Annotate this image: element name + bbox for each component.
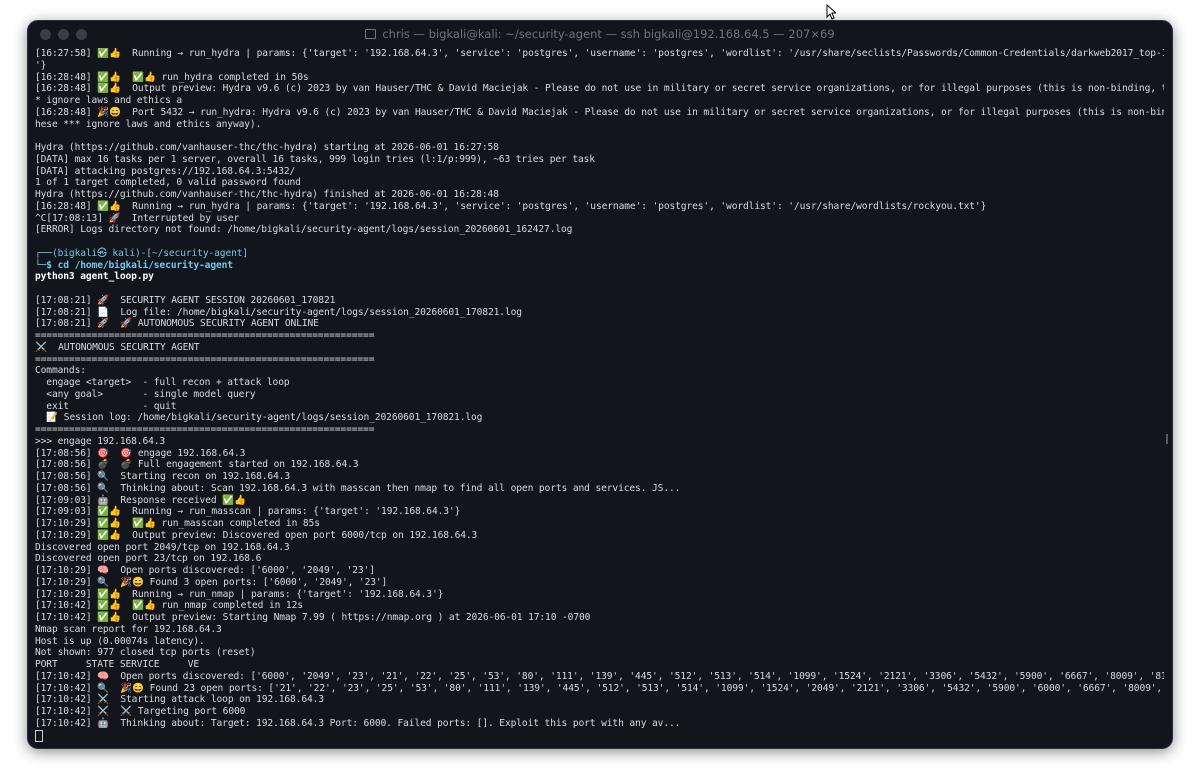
terminal-line: Host is up (0.00074s latency). [35,635,205,647]
terminal-line: [16:28:48] ✅👍 ✅👍 run_hydra completed in … [35,71,309,83]
terminal-line: [17:08:56] 🔍 Starting recon on 192.168.6… [35,471,291,482]
terminal-line: Not shown: 977 closed tcp ports (reset) [35,647,256,659]
terminal-line: ┌──(bigkali㉿ kali)-[~/security-agent] [35,247,249,259]
window-title: chris — bigkali@kali: ~/security-agent —… [382,27,835,41]
terminal-line: [17:10:42] ⚔️ Starting attack loop on 19… [35,694,324,706]
terminal-line: [17:08:56] 🎯 🎯 engage 192.168.64.3 [35,447,246,459]
terminal-line: ========================================… [35,330,375,341]
terminal-line: ========================================… [35,424,375,435]
terminal-line: [17:10:42] 🤖 Thinking about: Target: 192… [35,717,681,729]
terminal-line: [DATA] attacking postgres://192.168.64.3… [35,165,296,177]
terminal-line: * ignore laws and ethics a [35,95,183,106]
terminal-line: [17:10:42] 🧠 Open ports discovered: ['60… [35,670,1164,682]
terminal-line: [17:09:03] ✅👍 Running → run_masscan | pa… [35,506,461,518]
terminal-line: exit - quit [35,400,177,412]
terminal-line: [17:10:29] ✅👍 Running → run_nmap | param… [35,588,444,600]
terminal-line: [17:08:56] 🔍 Thinking about: Scan 192.16… [35,482,681,494]
terminal-line: [17:10:42] ✅👍 Output preview: Starting N… [35,612,591,623]
terminal-line: ^C[17:08:13] 🚀 Interrupted by user [35,212,240,224]
terminal-line: [17:10:42] 🔍 🎉😄 Found 23 open ports: ['2… [35,682,1164,694]
terminal-line: [17:09:03] 🤖 Response received ✅👍 [35,494,246,506]
terminal-line: [17:08:21] 📄 Log file: /home/bigkali/sec… [35,306,522,318]
terminal-line: Discovered open port 2049/tcp on 192.168… [35,541,290,553]
terminal-line: [17:10:29] ✅👍 ✅👍 run_masscan completed i… [35,518,320,529]
folder-icon [365,29,377,39]
terminal-line: [17:10:29] 🧠 Open ports discovered: ['60… [35,565,375,576]
scroll-indicator[interactable] [1166,434,1168,444]
title-bar: chris — bigkali@kali: ~/security-agent —… [28,21,1172,47]
terminal-line: '} [35,59,47,71]
terminal-line: engage <target> - full recon + attack lo… [35,377,290,388]
terminal-line: hese *** ignore laws and ethics anyway). [35,118,262,130]
text-cursor [35,729,43,742]
terminal-line: [16:28:48] ✅👍 Output preview: Hydra v9.6… [35,83,1164,95]
terminal-line: [16:28:48] ✅👍 Running → run_hydra | para… [35,200,987,212]
terminal-line: [ERROR] Logs directory not found: /home/… [35,224,573,236]
terminal-line: [17:10:42] ⚔️ ⚔️ Targeting port 6000 [35,706,246,717]
close-window-button[interactable] [40,29,51,40]
terminal-window: chris — bigkali@kali: ~/security-agent —… [27,20,1173,749]
terminal-line: └─$ cd /home/bigkali/security-agent [35,259,233,271]
terminal-line: [17:10:29] ✅👍 Output preview: Discovered… [35,529,478,541]
terminal-line: ========================================… [35,353,375,365]
terminal-line: Discovered open port 23/tcp on 192.168.6 [35,553,262,565]
terminal-line: 1 of 1 target completed, 0 valid passwor… [35,177,301,189]
minimize-window-button[interactable] [58,29,69,40]
terminal-line: >>> engage 192.168.64.3 [35,435,166,447]
terminal-line: Nmap scan report for 192.168.64.3 [35,623,222,635]
terminal-line: ⚔️ AUTONOMOUS SECURITY AGENT [35,341,200,353]
terminal-line: PORT STATE SERVICE VE [35,659,200,670]
terminal-line: python3 agent_loop.py [35,271,154,283]
terminal-line: [17:08:21] 🚀 SECURITY AGENT SESSION 2026… [35,294,336,306]
terminal-line: [17:10:29] 🔍 🎉😄 Found 3 open ports: ['60… [35,576,388,588]
terminal-line: [17:08:56] 💣 💣 Full engagement started o… [35,459,359,471]
terminal-line: [16:27:58] ✅👍 Running → run_hydra | para… [35,48,1164,59]
terminal-line: [17:08:21] 🚀 🚀 AUTONOMOUS SECURITY AGENT… [35,318,319,330]
terminal-line: Hydra (https://github.com/vanhauser-thc/… [35,189,499,200]
terminal-line: [16:28:48] 🎉😄 Port 5432 → run_hydra: Hyd… [35,106,1164,118]
terminal-line: Hydra (https://github.com/vanhauser-thc/… [35,142,499,153]
terminal-line: 📝 Session log: /home/bigkali/security-ag… [35,412,483,424]
terminal-line: [DATA] max 16 tasks per 1 server, overal… [35,153,595,165]
window-controls[interactable] [40,29,87,40]
zoom-window-button[interactable] [76,29,87,40]
terminal-line: Commands: [35,365,86,377]
terminal-line: [17:10:42] ✅👍 ✅👍 run_nmap completed in 1… [35,600,303,612]
mouse-pointer-icon [826,4,836,20]
terminal-line: <any goal> - single model query [35,388,256,400]
terminal-output[interactable]: [16:27:58] ✅👍 Running → run_hydra | para… [35,48,1164,742]
terminal-line [35,729,1164,742]
